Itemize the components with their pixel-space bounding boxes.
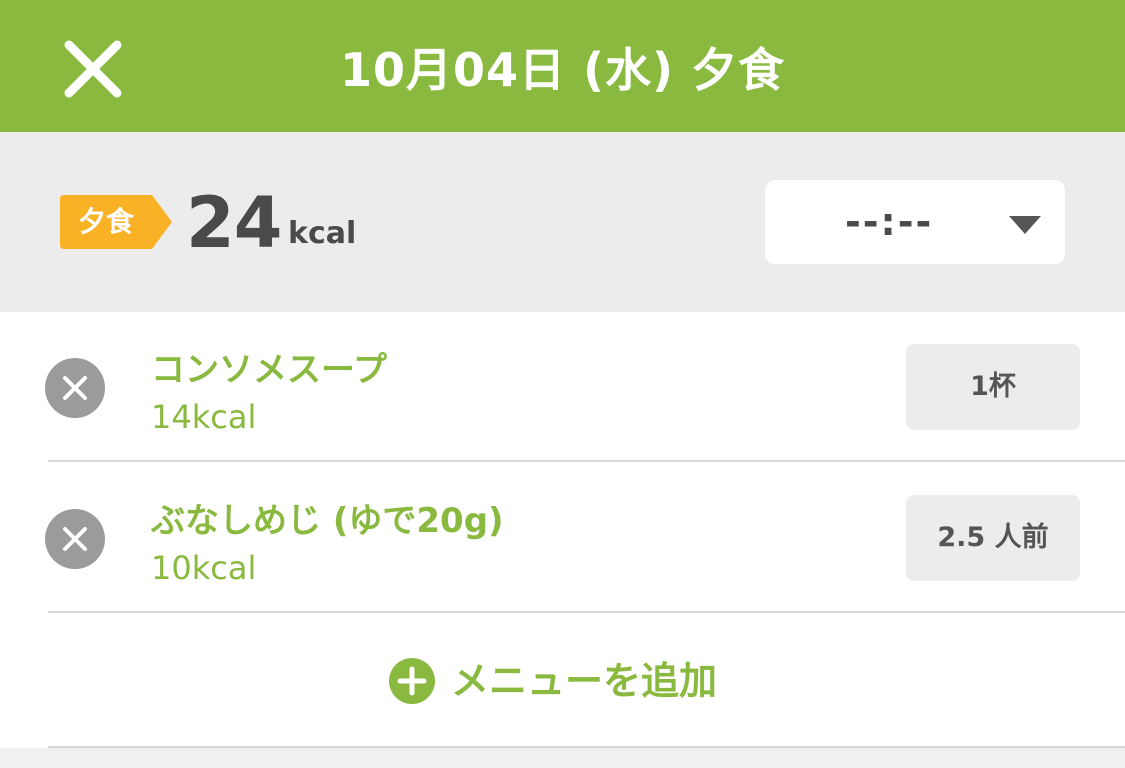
total-kcal-unit: kcal — [288, 216, 357, 251]
item-name[interactable]: ぶなしめじ (ゆで20g) — [151, 493, 504, 542]
meal-type-label: 夕食 — [77, 205, 134, 238]
list-item: コンソメスープ 14kcal 1杯 — [0, 312, 1125, 462]
meal-type-badge: 夕食 — [60, 195, 172, 249]
add-menu-label: メニューを追加 — [451, 659, 718, 703]
remove-item-button[interactable] — [45, 358, 105, 418]
quantity-button[interactable]: 1杯 — [906, 344, 1080, 430]
remove-item-button[interactable] — [45, 509, 105, 569]
quantity-button[interactable]: 2.5 人前 — [906, 495, 1080, 581]
item-kcal: 10kcal — [151, 549, 257, 587]
time-value: --:-- — [845, 200, 934, 244]
item-name[interactable]: コンソメスープ — [151, 342, 387, 391]
meal-summary: 夕食 24 kcal --:-- — [0, 132, 1125, 312]
divider — [48, 460, 1125, 462]
list-item: ぶなしめじ (ゆで20g) 10kcal 2.5 人前 — [0, 463, 1125, 613]
remove-icon — [45, 358, 105, 418]
page-title: 10月04日 (水) 夕食 — [339, 43, 786, 97]
add-menu-button[interactable]: メニューを追加 — [0, 612, 1125, 746]
total-kcal-value: 24 — [186, 182, 282, 264]
menu-item-list: コンソメスープ 14kcal 1杯 ぶなしめじ (ゆで20g) 10kcal 2… — [0, 312, 1125, 748]
divider — [48, 746, 1125, 748]
header-bar: 10月04日 (水) 夕食 — [0, 0, 1125, 132]
remove-icon — [45, 509, 105, 569]
caret-down-icon — [1009, 216, 1041, 234]
item-kcal: 14kcal — [151, 398, 257, 436]
plus-circle-icon — [389, 658, 435, 704]
time-select[interactable]: --:-- — [765, 180, 1065, 264]
